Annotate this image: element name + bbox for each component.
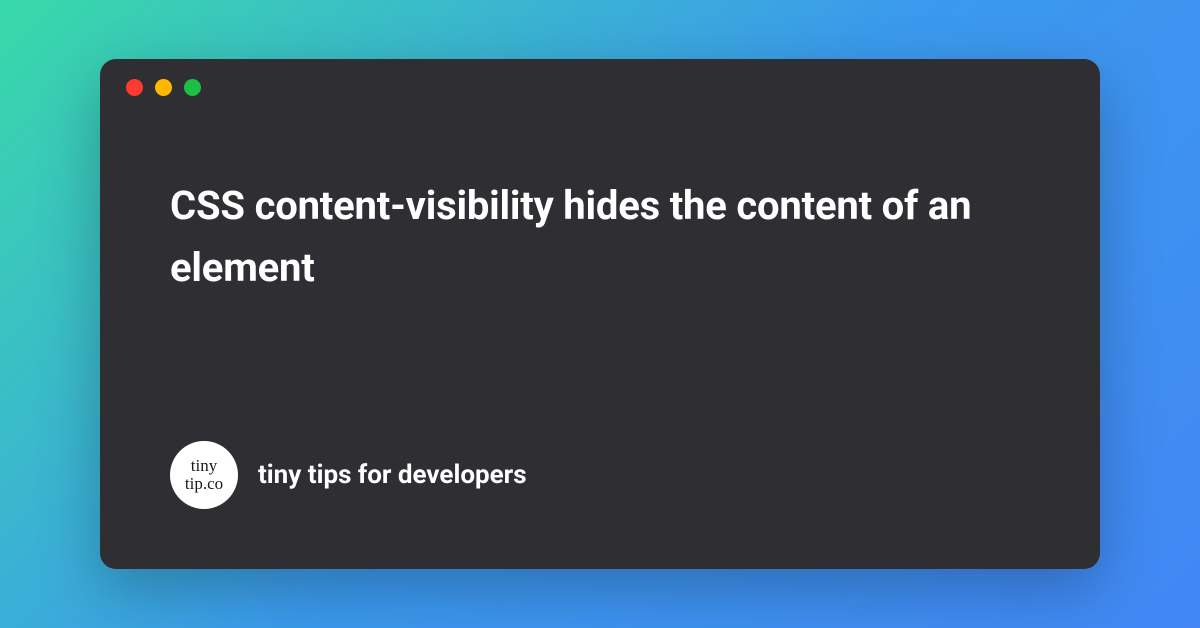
footer-row: tiny tip.co tiny tips for developers	[170, 441, 1030, 509]
window-title-bar	[100, 59, 1100, 115]
minimize-icon[interactable]	[155, 79, 172, 96]
maximize-icon[interactable]	[184, 79, 201, 96]
tagline-text: tiny tips for developers	[258, 460, 527, 490]
close-icon[interactable]	[126, 79, 143, 96]
logo-line-1: tiny	[191, 457, 217, 475]
headline-text: CSS content-visibility hides the content…	[170, 175, 1030, 299]
logo-line-2: tip.co	[185, 475, 223, 493]
logo-badge: tiny tip.co	[170, 441, 238, 509]
window-content: CSS content-visibility hides the content…	[100, 115, 1100, 569]
card-window: CSS content-visibility hides the content…	[100, 59, 1100, 569]
